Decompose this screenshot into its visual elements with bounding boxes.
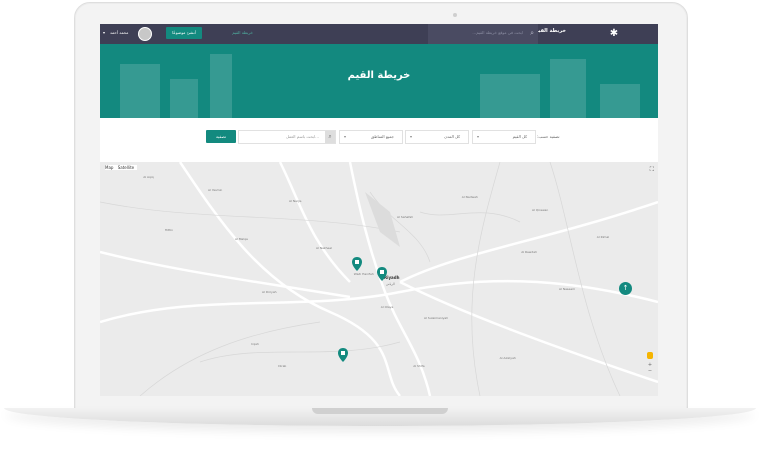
place-label: Irqah <box>251 342 259 347</box>
map-pin-icon[interactable] <box>352 256 362 271</box>
user-name[interactable]: محمد أحمد <box>110 30 128 35</box>
map-type-map[interactable]: Map <box>105 165 113 170</box>
browser-viewport: ✱ خريطة القيم ابحث في موقع خريطة القيم..… <box>100 24 658 396</box>
place-label: Al Nakheel <box>316 245 333 250</box>
site-brand[interactable]: خريطة القيم <box>535 28 566 34</box>
place-label: Al Olaya <box>380 305 394 309</box>
region-select[interactable]: جميع المناطق ▾ <box>339 130 403 144</box>
city-select-text: كل المدن <box>444 134 460 139</box>
place-label: Al Rawdah <box>521 250 537 254</box>
place-label: Al Sahafah <box>397 214 414 219</box>
create-topic-button[interactable]: أنشئ موضوعًا <box>166 27 202 39</box>
place-label: Al Yasmin <box>208 188 223 193</box>
map-view[interactable]: Map Satellite ⛶ Al Aqiq Al Yasmin Al Narji… <box>100 162 658 396</box>
hero-pattern <box>120 54 640 118</box>
chevron-down-icon: ▾ <box>344 134 347 139</box>
place-label: Dirab <box>278 364 287 369</box>
place-label: Al Rimal <box>596 234 610 239</box>
place-label: Al Qirawan <box>532 208 549 213</box>
place-label: Wadi Hanifah <box>353 272 374 276</box>
place-label: Al Shifa <box>413 364 425 369</box>
chevron-down-icon: ▾ <box>477 134 480 139</box>
top-navigation: ✱ خريطة القيم ابحث في موقع خريطة القيم..… <box>100 24 658 44</box>
header-search-placeholder[interactable]: ابحث في موقع خريطة القيم... <box>472 30 523 35</box>
map-pin-icon[interactable] <box>338 347 348 362</box>
map-type-control[interactable]: Map Satellite <box>105 165 138 170</box>
place-label: Al Narjis <box>289 199 302 204</box>
hero-banner: خريطة القيم <box>100 44 658 118</box>
work-search-placeholder[interactable]: ابحث باسم العمل... <box>286 131 319 143</box>
place-label: Hittin <box>164 228 173 232</box>
map-type-satellite[interactable]: Satellite <box>118 165 134 170</box>
chevron-down-icon[interactable]: ▾ <box>103 30 105 35</box>
zoom-out-button[interactable]: − <box>646 368 654 374</box>
avatar[interactable] <box>138 27 152 41</box>
arrow-up-icon[interactable]: ↑ <box>619 282 632 295</box>
filter-submit-button[interactable]: تصفية <box>206 130 236 143</box>
search-icon[interactable]: ⌕ <box>530 29 534 37</box>
search-icon[interactable]: ⌕ <box>325 131 335 143</box>
page-title: خريطة القيم <box>347 70 411 81</box>
laptop-notch <box>312 408 448 414</box>
place-label: Al Diriyah <box>262 289 277 294</box>
place-label: Al Nadwah <box>461 195 478 199</box>
city-select[interactable]: كل المدن ▾ <box>405 130 469 144</box>
place-label: Al Aziziyah <box>499 355 516 360</box>
value-select[interactable]: كل القيم ▾ <box>472 130 536 144</box>
place-label: Al Malqa <box>235 236 248 241</box>
star-emblem-icon[interactable]: ✱ <box>608 28 620 40</box>
filter-label: تصفية حسب: <box>537 134 560 139</box>
map-pin-icon[interactable] <box>377 266 387 281</box>
place-label: Al Sulaimaniyah <box>424 316 449 320</box>
place-label: Al Aqiq <box>143 175 154 180</box>
chevron-down-icon: ▾ <box>410 134 413 139</box>
region-select-text: جميع المناطق <box>371 134 394 139</box>
work-search-input[interactable]: ابحث باسم العمل... ⌕ <box>238 130 336 144</box>
nav-link-values-map[interactable]: خريطة القيم <box>232 30 253 35</box>
zoom-controls: + − <box>646 362 654 374</box>
camera-dot <box>453 13 457 17</box>
filter-bar: تصفية حسب: كل القيم ▾ كل المدن ▾ جميع ال… <box>100 118 658 163</box>
city-label-ar: الرياض <box>386 282 395 286</box>
pegman-icon[interactable] <box>647 352 653 359</box>
fullscreen-icon[interactable]: ⛶ <box>650 166 654 174</box>
place-label: Al Naseem <box>559 287 576 292</box>
value-select-text: كل القيم <box>512 134 527 139</box>
